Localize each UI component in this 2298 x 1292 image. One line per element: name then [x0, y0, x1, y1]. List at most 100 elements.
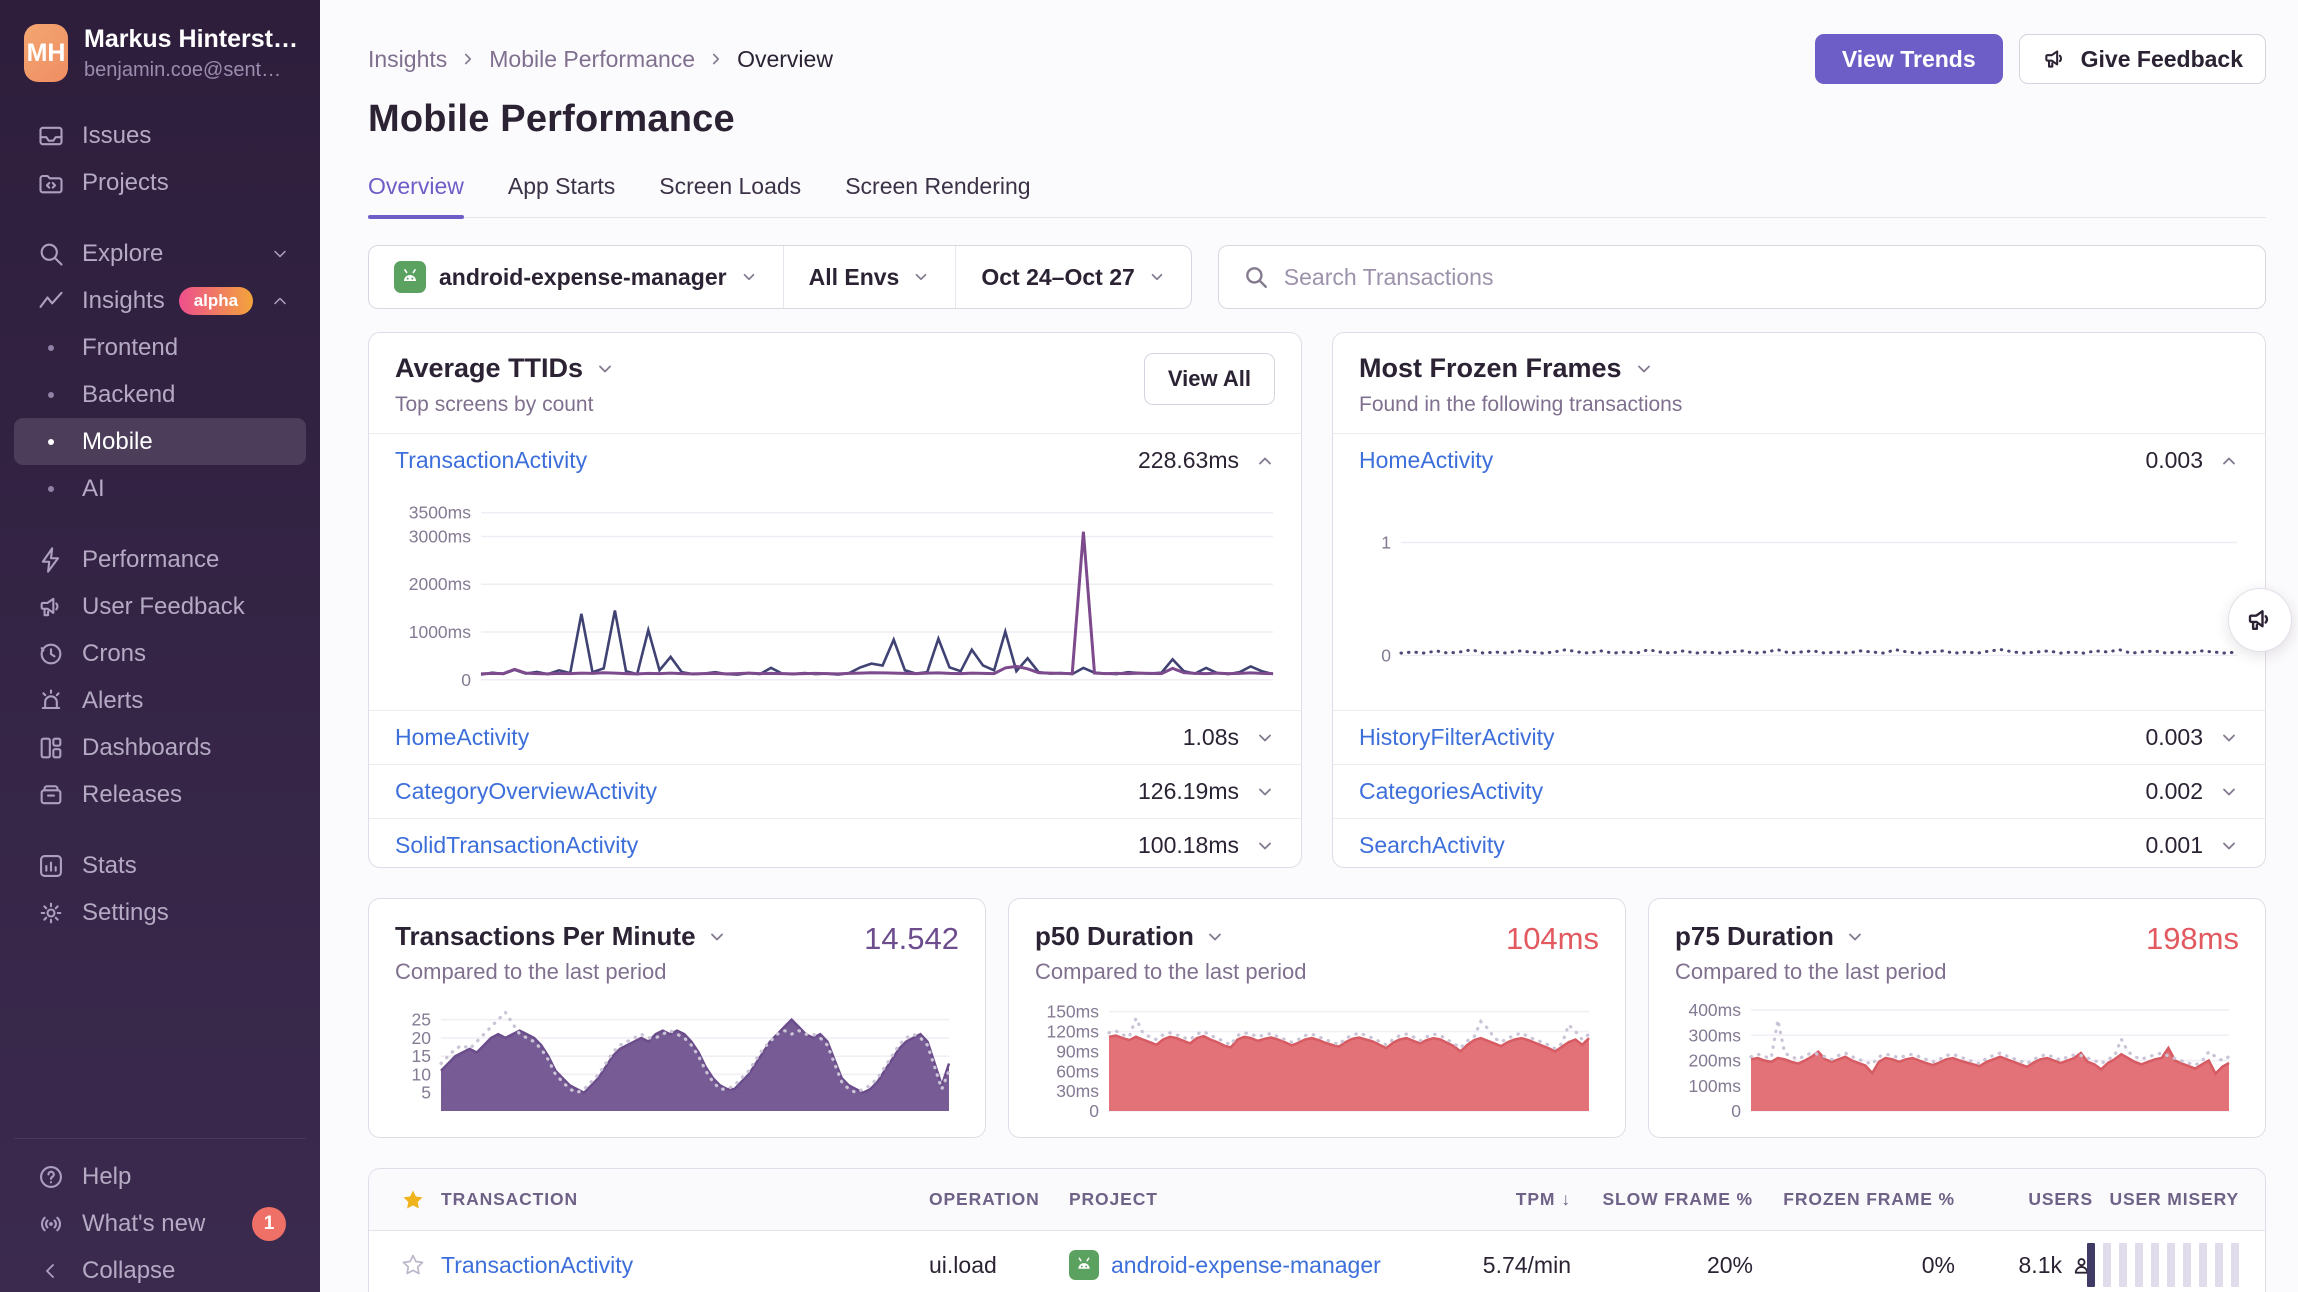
- bullet-icon: [48, 439, 54, 445]
- user-menu[interactable]: MH Markus Hinterst… benjamin.coe@sent…: [14, 22, 306, 88]
- view-all-button[interactable]: View All: [1144, 353, 1275, 405]
- sidebar-item-whats-new[interactable]: What's new 1: [14, 1200, 306, 1247]
- environment-filter[interactable]: All Envs: [783, 246, 956, 308]
- ttid-row-categoryoverviewactivity: CategoryOverviewActivity 126.19ms: [369, 764, 1301, 818]
- expand-row-icon[interactable]: [1255, 836, 1275, 856]
- broadcast-icon: [34, 1210, 68, 1238]
- help-icon: [34, 1163, 68, 1191]
- chevron-up-icon: [270, 291, 290, 311]
- ttid-line-chart: 3500ms3000ms2000ms1000ms0: [377, 495, 1283, 704]
- star-header-icon[interactable]: [369, 1188, 441, 1212]
- most-frozen-frames-title-dropdown[interactable]: Most Frozen Frames: [1359, 353, 1682, 384]
- tpm-title-dropdown[interactable]: Transactions Per Minute: [395, 921, 727, 952]
- sidebar-item-projects[interactable]: Projects: [14, 159, 306, 206]
- expand-row-icon[interactable]: [2219, 728, 2239, 748]
- p75-value: 198ms: [2146, 921, 2239, 957]
- svg-text:120ms: 120ms: [1046, 1022, 1099, 1042]
- sidebar-item-alerts[interactable]: Alerts: [14, 677, 306, 724]
- project-filter[interactable]: android-expense-manager: [369, 246, 783, 308]
- expand-row-icon[interactable]: [1255, 728, 1275, 748]
- siren-icon: [34, 687, 68, 715]
- transaction-link[interactable]: HistoryFilterActivity: [1359, 724, 1555, 751]
- transaction-link[interactable]: CategoriesActivity: [1359, 778, 1543, 805]
- expand-row-icon[interactable]: [2219, 836, 2239, 856]
- transaction-link[interactable]: TransactionActivity: [395, 447, 587, 474]
- sidebar-item-performance[interactable]: Performance: [14, 536, 306, 583]
- sidebar-item-help[interactable]: Help: [14, 1153, 306, 1200]
- sidebar-item-backend[interactable]: Backend: [14, 371, 306, 418]
- svg-text:0: 0: [1381, 645, 1391, 665]
- tab-screen-rendering[interactable]: Screen Rendering: [845, 173, 1030, 217]
- collapse-row-icon[interactable]: [1255, 451, 1275, 471]
- frozen-row-homeactivity: HomeActivity 0.003: [1333, 433, 2265, 487]
- user-misery-cell: [2093, 1243, 2265, 1287]
- transaction-link[interactable]: TransactionActivity: [441, 1252, 633, 1278]
- page-title: Mobile Performance: [368, 98, 2266, 141]
- chevron-right-icon: [459, 50, 477, 68]
- project-link[interactable]: android-expense-manager: [1111, 1252, 1381, 1279]
- sidebar-item-ai[interactable]: AI: [14, 465, 306, 512]
- megaphone-icon: [2042, 46, 2068, 72]
- breadcrumb-insights[interactable]: Insights: [368, 46, 447, 73]
- sidebar-item-mobile[interactable]: Mobile: [14, 418, 306, 465]
- p75-area-chart: 400ms300ms200ms100ms0: [1675, 997, 2239, 1128]
- main-content: Insights Mobile Performance Overview Vie…: [320, 0, 2298, 1292]
- tab-screen-loads[interactable]: Screen Loads: [659, 173, 801, 217]
- svg-text:0: 0: [1089, 1101, 1099, 1121]
- date-range-filter[interactable]: Oct 24–Oct 27: [955, 246, 1190, 308]
- favorite-star-icon[interactable]: [369, 1253, 441, 1277]
- chevron-down-icon: [1634, 359, 1654, 379]
- sidebar-collapse-button[interactable]: Collapse: [14, 1247, 306, 1292]
- col-header-tpm-sorted[interactable]: TPM↓: [1421, 1189, 1571, 1210]
- transactions-per-minute-panel: Transactions Per Minute Compared to the …: [368, 898, 986, 1138]
- col-header-frozen-frame[interactable]: FROZEN FRAME %: [1753, 1189, 1955, 1210]
- sidebar-item-explore[interactable]: Explore: [14, 230, 306, 277]
- give-feedback-button[interactable]: Give Feedback: [2019, 34, 2266, 84]
- chevron-down-icon: [270, 244, 290, 264]
- transaction-link[interactable]: CategoryOverviewActivity: [395, 778, 657, 805]
- col-header-users[interactable]: USERS: [1955, 1189, 2093, 1210]
- sidebar-item-issues[interactable]: Issues: [14, 112, 306, 159]
- p50-title-dropdown[interactable]: p50 Duration: [1035, 921, 1307, 952]
- transaction-link[interactable]: HomeActivity: [1359, 447, 1493, 474]
- expand-row-icon[interactable]: [1255, 782, 1275, 802]
- sidebar-item-frontend[interactable]: Frontend: [14, 324, 306, 371]
- search-input[interactable]: [1284, 264, 2241, 291]
- svg-text:1000ms: 1000ms: [409, 622, 472, 642]
- transaction-link[interactable]: HomeActivity: [395, 724, 529, 751]
- megaphone-icon: [34, 593, 68, 621]
- tab-overview[interactable]: Overview: [368, 173, 464, 217]
- p75-title-dropdown[interactable]: p75 Duration: [1675, 921, 1947, 952]
- floating-feedback-button[interactable]: [2228, 588, 2292, 652]
- col-header-operation[interactable]: OPERATION: [929, 1189, 1069, 1210]
- collapse-row-icon[interactable]: [2219, 451, 2239, 471]
- projects-icon: [34, 169, 68, 197]
- svg-text:300ms: 300ms: [1688, 1025, 1741, 1045]
- sidebar-item-settings[interactable]: Settings: [14, 889, 306, 936]
- col-header-user-misery[interactable]: USER MISERY: [2093, 1189, 2265, 1210]
- expand-row-icon[interactable]: [2219, 782, 2239, 802]
- sidebar-item-crons[interactable]: Crons: [14, 630, 306, 677]
- average-ttids-title-dropdown[interactable]: Average TTIDs: [395, 353, 615, 384]
- chart-svg: 150ms120ms90ms60ms30ms0: [1035, 997, 1599, 1123]
- megaphone-icon: [2245, 605, 2275, 635]
- svg-text:1: 1: [1381, 533, 1391, 553]
- chart-svg: 10: [1341, 495, 2247, 699]
- sidebar-item-insights[interactable]: Insights alpha: [14, 277, 306, 324]
- sidebar-item-user-feedback[interactable]: User Feedback: [14, 583, 306, 630]
- col-header-transaction[interactable]: TRANSACTION: [441, 1189, 929, 1210]
- tab-app-starts[interactable]: App Starts: [508, 173, 615, 217]
- col-header-project[interactable]: PROJECT: [1069, 1189, 1421, 1210]
- android-project-icon: [1069, 1250, 1099, 1280]
- transaction-link[interactable]: SearchActivity: [1359, 832, 1505, 859]
- view-trends-button[interactable]: View Trends: [1815, 34, 2003, 84]
- panel-subtitle: Top screens by count: [395, 393, 615, 417]
- breadcrumb-current: Overview: [737, 46, 833, 73]
- sidebar-item-stats[interactable]: Stats: [14, 842, 306, 889]
- transaction-link[interactable]: SolidTransactionActivity: [395, 832, 638, 859]
- col-header-slow-frame[interactable]: SLOW FRAME %: [1571, 1189, 1753, 1210]
- sidebar-item-dashboards[interactable]: Dashboards: [14, 724, 306, 771]
- dashboard-icon: [34, 734, 68, 762]
- breadcrumb-mobile-performance[interactable]: Mobile Performance: [489, 46, 695, 73]
- sidebar-item-releases[interactable]: Releases: [14, 771, 306, 818]
